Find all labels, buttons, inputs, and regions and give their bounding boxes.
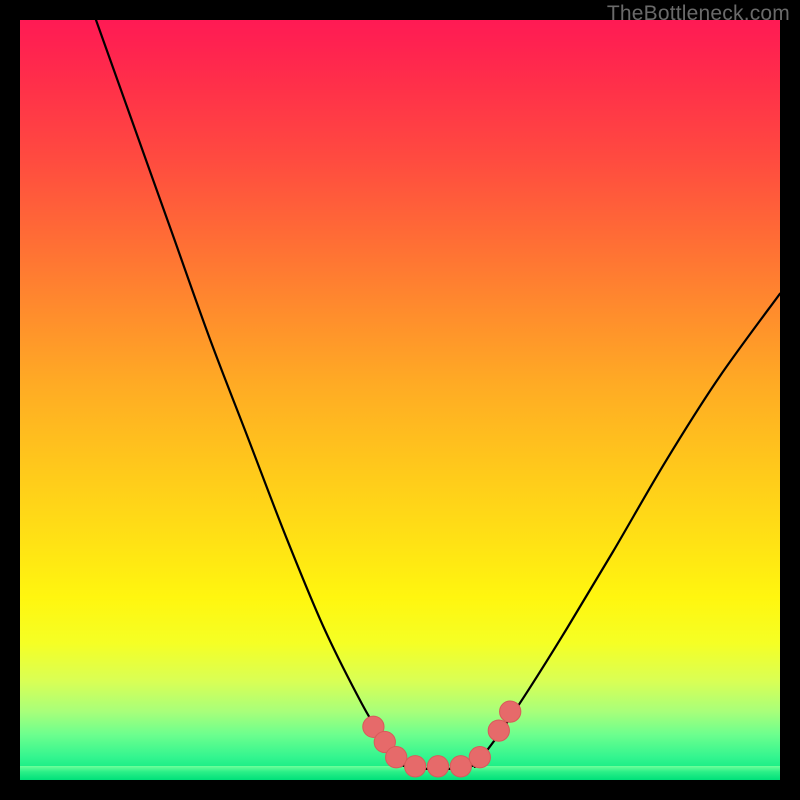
bottleneck-curve — [96, 20, 780, 769]
plot-area — [20, 20, 780, 780]
data-marker — [450, 756, 471, 777]
data-marker — [386, 747, 407, 768]
chart-frame: TheBottleneck.com — [0, 0, 800, 800]
markers-group — [363, 701, 521, 777]
data-marker — [405, 756, 426, 777]
curve-svg — [20, 20, 780, 780]
data-marker — [488, 720, 509, 741]
data-marker — [500, 701, 521, 722]
watermark-text: TheBottleneck.com — [607, 2, 790, 26]
curve-group — [96, 20, 780, 769]
data-marker — [469, 747, 490, 768]
data-marker — [427, 756, 448, 777]
